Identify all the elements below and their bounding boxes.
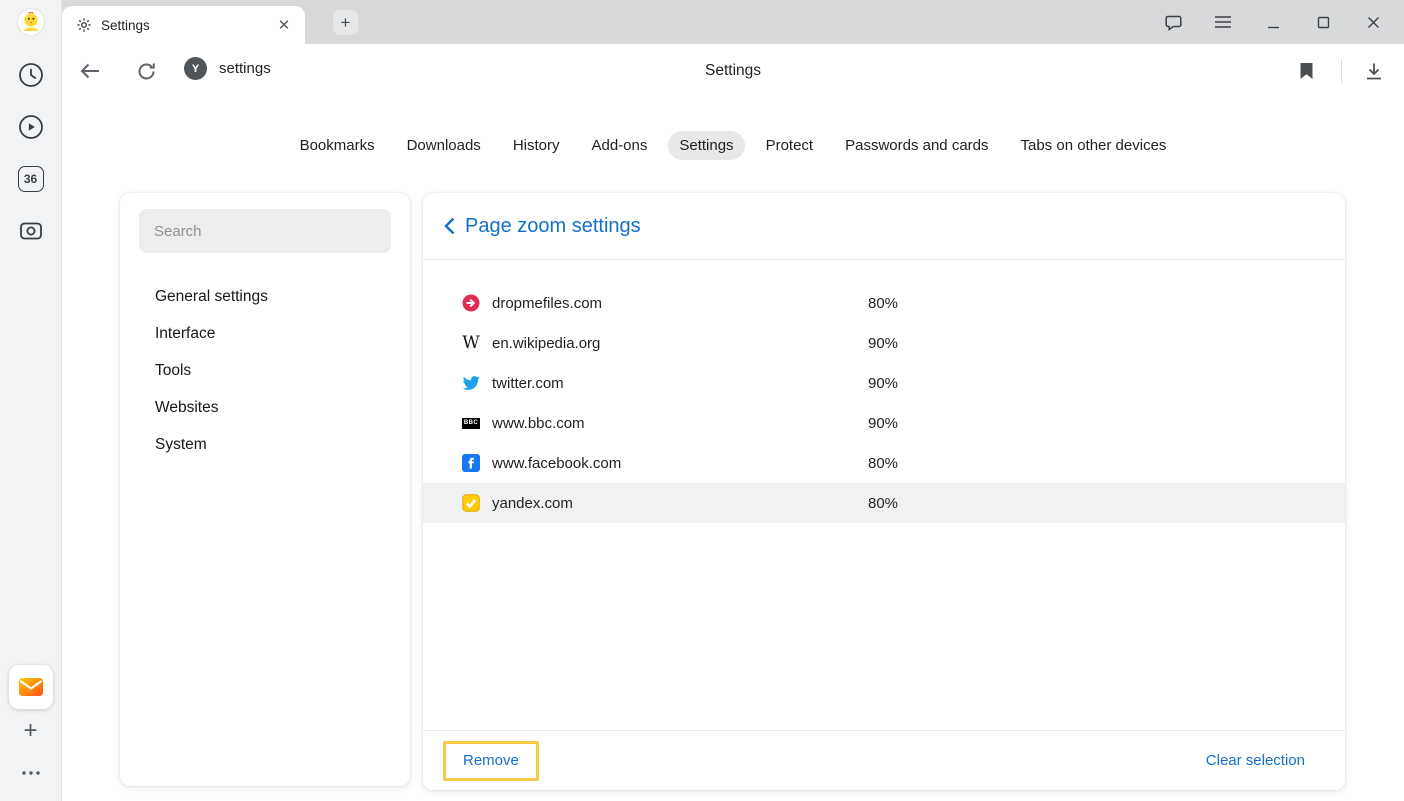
zoom-row-twitter[interactable]: twitter.com 90%: [423, 363, 1345, 403]
toolbar: Y settings Settings: [62, 44, 1404, 97]
sidebar-item-tools[interactable]: Tools: [120, 352, 410, 389]
profile-avatar[interactable]: [17, 8, 45, 36]
site-name: www.bbc.com: [492, 415, 868, 432]
yandex-mail-icon[interactable]: [9, 665, 53, 709]
zoom-rows-list: dropmefiles.com 80% W en.wikipedia.org 9…: [423, 260, 1345, 730]
dropmefiles-favicon: [462, 294, 480, 312]
address-url-text: settings: [219, 60, 271, 77]
page-zoom-back-link[interactable]: Page zoom settings: [423, 193, 1345, 260]
maximize-icon[interactable]: [1298, 0, 1348, 44]
site-zoom-value: 90%: [868, 415, 898, 432]
zoom-row-bbc[interactable]: BBC www.bbc.com 90%: [423, 403, 1345, 443]
left-rail: 36 +: [0, 0, 62, 801]
side-panels-icon[interactable]: [1148, 0, 1198, 44]
tab-strip: Settings ✕ +: [62, 0, 1404, 44]
zoom-footer-bar: Remove Clear selection: [423, 730, 1345, 790]
search-input[interactable]: [139, 209, 391, 253]
rail-add-icon[interactable]: +: [23, 719, 37, 743]
twitter-favicon: [462, 374, 480, 392]
settings-nav-tabs: Bookmarks Downloads History Add-ons Sett…: [62, 120, 1404, 170]
facebook-favicon: [462, 454, 480, 472]
site-zoom-value: 80%: [868, 295, 898, 312]
wikipedia-favicon: W: [462, 334, 480, 352]
site-zoom-value: 90%: [868, 335, 898, 352]
tab-settings[interactable]: Settings ✕: [62, 6, 305, 44]
zoom-row-wikipedia[interactable]: W en.wikipedia.org 90%: [423, 323, 1345, 363]
site-zoom-value: 90%: [868, 375, 898, 392]
tab-passwords[interactable]: Passwords and cards: [834, 131, 999, 160]
clear-selection-link[interactable]: Clear selection: [1206, 752, 1305, 769]
close-icon[interactable]: [1348, 0, 1398, 44]
chevron-left-icon: [444, 217, 455, 235]
tab-downloads[interactable]: Downloads: [396, 131, 492, 160]
download-icon[interactable]: [1360, 57, 1388, 85]
zoom-row-dropmefiles[interactable]: dropmefiles.com 80%: [423, 283, 1345, 323]
tab-title: Settings: [101, 18, 273, 33]
yandex-favicon: [462, 494, 480, 512]
site-name: twitter.com: [492, 375, 868, 392]
tab-protect[interactable]: Protect: [755, 131, 825, 160]
page-zoom-title: Page zoom settings: [465, 215, 641, 238]
tab-addons[interactable]: Add-ons: [580, 131, 658, 160]
annotation-highlight-box: Remove: [443, 741, 539, 781]
reload-icon[interactable]: [132, 57, 160, 85]
address-site-chip[interactable]: Y settings: [184, 57, 271, 80]
settings-sidebar-list: General settings Interface Tools Website…: [120, 278, 410, 463]
site-favicon: Y: [184, 57, 207, 80]
sidebar-item-interface[interactable]: Interface: [120, 315, 410, 352]
site-name: en.wikipedia.org: [492, 335, 868, 352]
tab-bookmarks[interactable]: Bookmarks: [289, 131, 386, 160]
tabs-count-badge[interactable]: 36: [17, 165, 45, 193]
site-name: dropmefiles.com: [492, 295, 868, 312]
zoom-row-yandex[interactable]: yandex.com 80%: [423, 483, 1345, 523]
history-icon[interactable]: [17, 61, 45, 89]
remove-button[interactable]: Remove: [463, 752, 519, 769]
tab-other-devices[interactable]: Tabs on other devices: [1010, 131, 1178, 160]
site-zoom-value: 80%: [868, 455, 898, 472]
toolbar-page-title: Settings: [705, 62, 761, 80]
toolbar-divider: [1341, 59, 1342, 83]
new-tab-button[interactable]: +: [333, 10, 358, 35]
site-zoom-value: 80%: [868, 495, 898, 512]
rail-more-icon[interactable]: [17, 759, 45, 787]
bbc-favicon: BBC: [462, 414, 480, 432]
zoom-row-facebook[interactable]: www.facebook.com 80%: [423, 443, 1345, 483]
settings-sidebar-card: General settings Interface Tools Website…: [120, 193, 410, 786]
page-zoom-card: Page zoom settings dropmefiles.com 80% W…: [423, 193, 1345, 790]
site-name: www.facebook.com: [492, 455, 868, 472]
bookmark-icon[interactable]: [1292, 57, 1320, 85]
screenshot-icon[interactable]: [17, 217, 45, 245]
back-icon[interactable]: [76, 57, 104, 85]
video-player-icon[interactable]: [17, 113, 45, 141]
menu-icon[interactable]: [1198, 0, 1248, 44]
sidebar-item-general[interactable]: General settings: [120, 278, 410, 315]
gear-icon: [76, 17, 92, 33]
site-name: yandex.com: [492, 495, 868, 512]
sidebar-item-system[interactable]: System: [120, 426, 410, 463]
tab-close-icon[interactable]: ✕: [273, 14, 295, 36]
sidebar-item-websites[interactable]: Websites: [120, 389, 410, 426]
minimize-icon[interactable]: [1248, 0, 1298, 44]
window-controls: [1148, 0, 1398, 44]
tab-settings[interactable]: Settings: [668, 131, 744, 160]
tab-history[interactable]: History: [502, 131, 571, 160]
